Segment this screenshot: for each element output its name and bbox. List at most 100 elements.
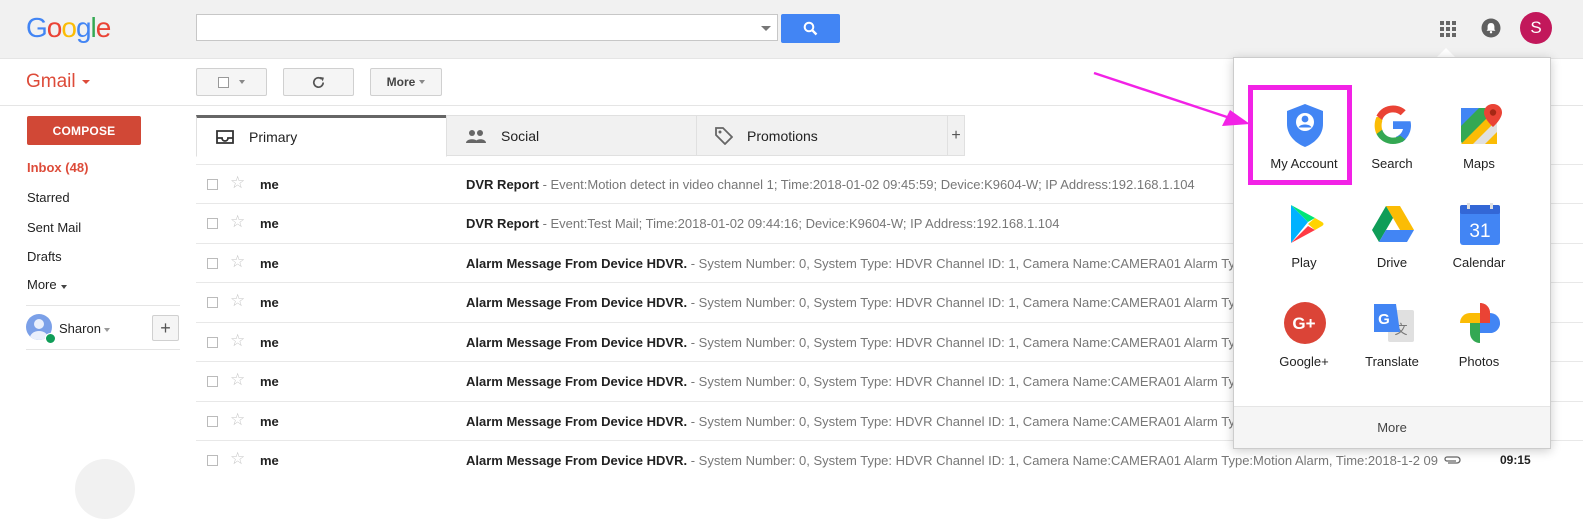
notifications-bell-icon[interactable]	[1481, 18, 1501, 38]
people-icon	[465, 129, 487, 143]
hangouts-bubble[interactable]	[75, 459, 135, 519]
sidebar-item-more[interactable]: More	[27, 277, 67, 292]
star-icon[interactable]: ☆	[230, 332, 245, 349]
logo-letter: e	[95, 12, 112, 43]
drive-icon	[1372, 206, 1414, 242]
mail-subject: Alarm Message From Device HDVR. - System…	[466, 335, 1235, 350]
star-icon[interactable]: ☆	[230, 213, 245, 230]
mail-sender: me	[260, 177, 279, 192]
app-play[interactable]: Play	[1256, 193, 1352, 285]
mail-sender: me	[260, 256, 279, 271]
row-checkbox[interactable]	[207, 258, 218, 269]
mail-sender: me	[260, 335, 279, 350]
app-label: Play	[1291, 255, 1317, 270]
star-icon[interactable]: ☆	[230, 450, 245, 467]
plus-icon: +	[951, 126, 961, 144]
apps-more-button[interactable]: More	[1234, 406, 1550, 448]
sidebar-item-sent-mail[interactable]: Sent Mail	[27, 220, 81, 235]
chevron-down-icon	[239, 80, 245, 84]
sidebar-item-starred[interactable]: Starred	[27, 190, 70, 205]
mail-subject-text: Alarm Message From Device HDVR.	[466, 295, 688, 310]
user-name[interactable]: Sharon	[59, 321, 101, 336]
star-icon[interactable]: ☆	[230, 174, 245, 191]
gmail-app-switcher[interactable]: Gmail	[26, 71, 90, 93]
row-checkbox[interactable]	[207, 337, 218, 348]
app-search[interactable]: Search	[1344, 94, 1440, 186]
app-photos[interactable]: Photos	[1431, 292, 1527, 384]
add-tab-button[interactable]: +	[947, 115, 965, 156]
logo-letter: G	[26, 12, 48, 43]
chevron-down-icon[interactable]	[104, 328, 110, 332]
apps-grid-icon[interactable]	[1439, 20, 1457, 38]
chevron-down-icon	[60, 285, 67, 289]
app-calendar[interactable]: 31 Calendar	[1431, 193, 1527, 285]
logo-letter: o	[61, 12, 77, 43]
mail-subject-text: Alarm Message From Device HDVR.	[466, 414, 688, 429]
chevron-down-icon	[81, 79, 90, 84]
inbox-icon	[215, 129, 235, 145]
mail-sender: me	[260, 414, 279, 429]
app-drive[interactable]: Drive	[1344, 193, 1440, 285]
mail-subject: Alarm Message From Device HDVR. - System…	[466, 295, 1235, 310]
translate-icon: 文 G	[1374, 304, 1414, 342]
mail-subject-text: Alarm Message From Device HDVR.	[466, 453, 688, 468]
star-icon[interactable]: ☆	[230, 253, 245, 270]
star-icon[interactable]: ☆	[230, 371, 245, 388]
sidebar-item-drafts[interactable]: Drafts	[27, 249, 62, 264]
google-search-icon	[1374, 105, 1411, 144]
calendar-icon: 31	[1460, 203, 1500, 245]
photos-icon	[1460, 303, 1500, 343]
highlight-box	[1248, 85, 1352, 185]
app-label: Google+	[1279, 354, 1329, 369]
app-label: Translate	[1365, 354, 1419, 369]
online-status-dot	[45, 333, 56, 344]
account-avatar[interactable]: S	[1520, 12, 1552, 44]
google-logo[interactable]: Google	[26, 12, 112, 44]
row-checkbox[interactable]	[207, 416, 218, 427]
mail-sender: me	[260, 295, 279, 310]
star-icon[interactable]: ☆	[230, 292, 245, 309]
row-checkbox[interactable]	[207, 376, 218, 387]
mail-snippet: - System Number: 0, System Type: HDVR Ch…	[687, 256, 1235, 271]
row-checkbox[interactable]	[207, 218, 218, 229]
chevron-down-icon	[419, 80, 426, 84]
compose-button[interactable]: COMPOSE	[27, 116, 141, 145]
mail-subject-text: DVR Report	[466, 216, 539, 231]
tab-label: Social	[501, 127, 540, 144]
select-checkbox-button[interactable]	[196, 68, 267, 96]
tab-primary[interactable]: Primary	[196, 115, 447, 157]
logo-letter: g	[75, 12, 92, 43]
search-button[interactable]	[781, 14, 840, 43]
refresh-button[interactable]	[283, 68, 354, 96]
more-actions-button[interactable]: More	[370, 68, 442, 96]
mail-snippet: - System Number: 0, System Type: HDVR Ch…	[687, 335, 1235, 350]
more-actions-label: More	[386, 75, 416, 89]
mail-subject-text: Alarm Message From Device HDVR.	[466, 256, 688, 271]
tab-social[interactable]: Social	[446, 115, 697, 156]
sidebar-item-inbox[interactable]: Inbox (48)	[27, 160, 88, 175]
star-icon[interactable]: ☆	[230, 411, 245, 428]
search-options-chevron-icon[interactable]	[761, 26, 771, 31]
mail-snippet: - System Number: 0, System Type: HDVR Ch…	[687, 414, 1235, 429]
app-maps[interactable]: Maps	[1431, 94, 1527, 186]
row-checkbox[interactable]	[207, 297, 218, 308]
search-box	[196, 14, 778, 41]
logo-letter: o	[46, 12, 63, 43]
svg-text:G+: G+	[1292, 314, 1315, 333]
row-checkbox[interactable]	[207, 179, 218, 190]
mail-subject-text: Alarm Message From Device HDVR.	[466, 335, 688, 350]
search-input[interactable]	[197, 15, 753, 40]
tag-icon	[715, 126, 733, 145]
gmail-label: Gmail	[26, 71, 76, 92]
app-google-plus[interactable]: G+ Google+	[1256, 292, 1352, 384]
mail-sender: me	[260, 216, 279, 231]
svg-text:G: G	[1378, 311, 1390, 328]
tab-promotions[interactable]: Promotions	[696, 115, 948, 156]
app-label: Maps	[1463, 156, 1495, 171]
row-checkbox[interactable]	[207, 455, 218, 466]
mail-snippet: - System Number: 0, System Type: HDVR Ch…	[687, 374, 1235, 389]
app-translate[interactable]: 文 G Translate	[1344, 292, 1440, 384]
add-contact-button[interactable]: +	[152, 315, 179, 341]
mail-subject: DVR Report - Event:Test Mail; Time:2018-…	[466, 216, 1060, 231]
mail-subject: Alarm Message From Device HDVR. - System…	[466, 374, 1235, 389]
